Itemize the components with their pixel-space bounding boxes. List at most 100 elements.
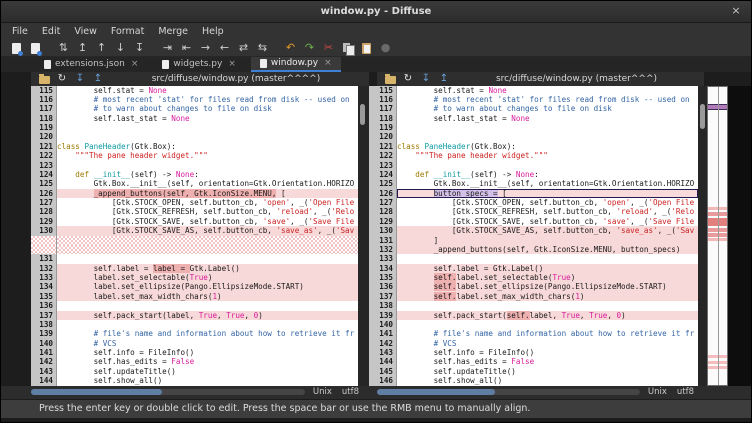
code-line[interactable]: # file's name and information about how … — [57, 329, 358, 338]
code-line[interactable]: # to warn about changes to file on disk — [397, 104, 698, 113]
copy-selection-left-icon[interactable]: ← — [215, 40, 234, 56]
close-button[interactable]: × — [729, 4, 743, 17]
redo-icon[interactable]: ↷ — [300, 40, 319, 56]
code-line[interactable]: [Gtk.STOCK_SAVE_AS, self.button_cb, 'sav… — [397, 226, 698, 235]
reload-file-icon[interactable]: ↻ — [399, 73, 417, 85]
realign-all-icon[interactable]: ⇅ — [54, 40, 73, 56]
code-line[interactable]: Gtk.Box.__init__(self, orientation=Gtk.O… — [397, 179, 698, 188]
code-line[interactable]: # to warn about changes to file on disk — [57, 104, 358, 113]
right-code-pane[interactable]: self.stat = None # most recent 'stat' fo… — [397, 86, 698, 386]
right-vscroll-thumb[interactable] — [700, 104, 705, 130]
code-line[interactable]: [Gtk.STOCK_OPEN, self.button_cb, 'open',… — [57, 198, 358, 207]
code-line[interactable]: [Gtk.STOCK_SAVE, self.button_cb, 'save',… — [397, 217, 698, 226]
diff-map[interactable] — [707, 86, 728, 386]
save-file-as-icon[interactable]: ↥ — [89, 73, 107, 85]
code-line[interactable]: self.label.set_ellipsize(Pango.Ellipsize… — [397, 282, 698, 291]
code-line[interactable] — [397, 132, 698, 141]
reload-file-icon[interactable]: ↻ — [53, 73, 71, 85]
code-line[interactable]: self.last_stat = None — [397, 114, 698, 123]
code-line[interactable]: self.info = FileInfo() — [57, 348, 358, 357]
code-line[interactable]: [Gtk.STOCK_REFRESH, self.button_cb, 'rel… — [57, 207, 358, 216]
left-hscroll-thumb[interactable] — [31, 389, 162, 395]
code-line[interactable] — [397, 161, 698, 170]
code-line[interactable]: # most recent 'stat' for files read from… — [57, 95, 358, 104]
code-line[interactable] — [57, 123, 358, 132]
menu-item-view[interactable]: View — [67, 24, 104, 39]
undo-icon[interactable]: ↶ — [281, 40, 300, 56]
tab-extensions-json[interactable]: extensions.json× — [35, 57, 147, 72]
tab-close-icon[interactable]: × — [228, 59, 236, 69]
left-vscroll-thumb[interactable] — [360, 104, 365, 125]
code-line[interactable]: self.updateTitle() — [397, 367, 698, 376]
code-line[interactable]: self.label.set_selectable(True) — [397, 273, 698, 282]
code-line[interactable]: Gtk.Box.__init__(self, orientation=Gtk.O… — [57, 179, 358, 188]
code-line[interactable]: self.has_edits = False — [397, 357, 698, 366]
tab-window-py[interactable]: window.py× — [251, 57, 341, 72]
tab-widgets-py[interactable]: widgets.py× — [153, 57, 245, 72]
code-line[interactable]: self.stat = None — [57, 86, 358, 95]
next-difference-icon[interactable]: ↓ — [111, 40, 130, 56]
code-line[interactable]: _append_buttons(self, Gtk.IconSize.MENU,… — [57, 189, 358, 198]
left-code-pane[interactable]: self.stat = None # most recent 'stat' fo… — [57, 86, 358, 386]
last-difference-icon[interactable]: ↧ — [130, 40, 149, 56]
code-line[interactable]: label.set_selectable(True) — [57, 273, 358, 282]
code-line[interactable]: # VCS — [397, 339, 698, 348]
code-line[interactable]: self.show_all() — [397, 376, 698, 385]
code-line[interactable]: self.label.set_max_width_chars(1) — [397, 292, 698, 301]
cut-icon[interactable]: ✂ — [319, 40, 338, 56]
diff-gap[interactable] — [57, 245, 358, 254]
code-line[interactable]: self.show_all() — [57, 376, 358, 385]
menu-item-file[interactable]: File — [5, 24, 35, 39]
previous-difference-icon[interactable]: ↑ — [92, 40, 111, 56]
menu-item-format[interactable]: Format — [104, 24, 151, 39]
code-line[interactable]: [Gtk.STOCK_SAVE, self.button_cb, 'save',… — [57, 217, 358, 226]
open-file-icon[interactable] — [35, 73, 53, 85]
code-line[interactable]: ] — [397, 236, 698, 245]
code-line[interactable] — [57, 254, 358, 263]
code-line[interactable]: label.set_ellipsize(Pango.EllipsizeMode.… — [57, 282, 358, 291]
merge-from-right-then-left-icon[interactable]: ⇆ — [253, 40, 272, 56]
code-line[interactable]: [Gtk.STOCK_SAVE_AS, self.button_cb, 'sav… — [57, 226, 358, 235]
code-line[interactable]: self.label = Gtk.Label() — [397, 264, 698, 273]
code-line[interactable]: class PaneHeader(Gtk.Box): — [397, 142, 698, 151]
left-horizontal-scrollbar[interactable] — [31, 389, 305, 395]
tab-close-icon[interactable]: × — [324, 58, 332, 68]
code-line[interactable]: """The pane header widget.""" — [397, 151, 698, 160]
copy-selection-right-icon[interactable]: → — [196, 40, 215, 56]
code-line[interactable]: self.updateTitle() — [57, 367, 358, 376]
code-line[interactable]: self.stat = None — [397, 86, 698, 95]
code-line[interactable]: _append_buttons(self, Gtk.IconSize.MENU,… — [397, 245, 698, 254]
save-file-as-icon[interactable]: ↥ — [435, 73, 453, 85]
merge-from-left-then-right-icon[interactable]: ⇄ — [234, 40, 253, 56]
code-line[interactable]: # VCS — [57, 339, 358, 348]
code-line[interactable] — [57, 301, 358, 310]
code-line[interactable]: def __init__(self) -> None: — [397, 170, 698, 179]
save-file-icon[interactable]: ↧ — [417, 73, 435, 85]
code-line[interactable]: """The pane header widget.""" — [57, 151, 358, 160]
new-3way-file-merge-icon[interactable] — [26, 40, 45, 56]
code-line[interactable]: button_specs = [ — [397, 189, 698, 198]
code-line[interactable]: # file's name and information about how … — [397, 329, 698, 338]
code-line[interactable]: self.pack_start(self.label, True, True, … — [397, 311, 698, 320]
shift-pane-left-icon[interactable]: ⇤ — [177, 40, 196, 56]
code-line[interactable] — [397, 320, 698, 329]
code-line[interactable]: self.info = FileInfo() — [397, 348, 698, 357]
diff-gap[interactable] — [57, 236, 358, 245]
menu-item-merge[interactable]: Merge — [151, 24, 195, 39]
code-line[interactable]: class PaneHeader(Gtk.Box): — [57, 142, 358, 151]
code-line[interactable] — [397, 254, 698, 263]
code-line[interactable]: [Gtk.STOCK_OPEN, self.button_cb, 'open',… — [397, 198, 698, 207]
save-file-icon[interactable]: ↧ — [71, 73, 89, 85]
code-line[interactable]: self.last_stat = None — [57, 114, 358, 123]
code-line[interactable] — [57, 161, 358, 170]
right-vertical-scrollbar[interactable] — [698, 86, 707, 386]
first-difference-icon[interactable]: ↥ — [73, 40, 92, 56]
tab-close-icon[interactable]: × — [131, 59, 139, 69]
shift-pane-right-icon[interactable]: ⇥ — [158, 40, 177, 56]
code-line[interactable]: def __init__(self) -> None: — [57, 170, 358, 179]
code-line[interactable] — [57, 132, 358, 141]
code-line[interactable] — [397, 301, 698, 310]
code-line[interactable]: label.set_max_width_chars(1) — [57, 292, 358, 301]
copy-icon[interactable] — [338, 40, 357, 56]
code-line[interactable] — [57, 320, 358, 329]
